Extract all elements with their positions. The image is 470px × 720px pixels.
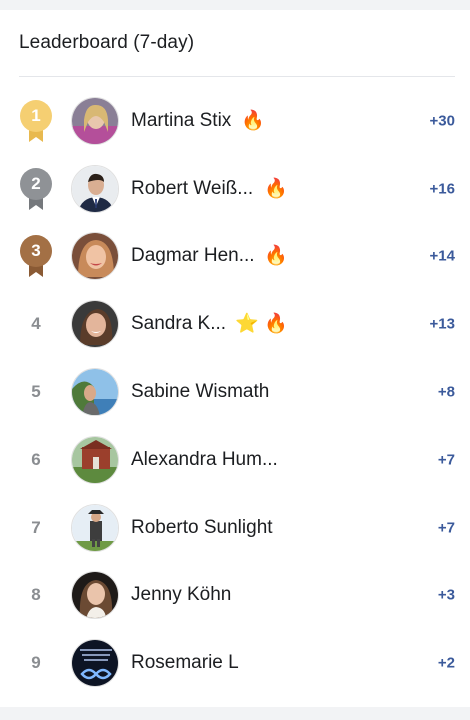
fire-icon: 🔥 [264,178,288,200]
rank-badge: 7 [18,506,54,550]
avatar[interactable] [71,571,119,620]
leaderboard-row[interactable]: 8 Jenny Köhn +3 [0,562,470,630]
leaderboard-list: 1 Martina Stix 🔥 +30 2 Robert Weiß... 🔥 … [0,87,470,697]
leaderboard-row[interactable]: 2 Robert Weiß... 🔥 +16 [0,155,470,223]
avatar[interactable] [71,639,119,688]
rank-number: 2 [31,173,41,193]
user-name[interactable]: Roberto Sunlight [131,517,273,539]
leaderboard-row[interactable]: 4 Sandra K... ⭐ 🔥 +13 [0,290,470,358]
rank-number: 4 [31,314,41,334]
rank-badge: 2 [18,167,54,211]
rank-badge: 5 [18,370,54,414]
user-name[interactable]: Robert Weiß... [131,178,253,200]
user-name[interactable]: Sabine Wismath [131,381,269,403]
user-name[interactable]: Jenny Köhn [131,584,231,606]
rank-number: 3 [31,241,41,261]
rank-badge: 1 [18,99,54,143]
leaderboard-row[interactable]: 3 Dagmar Hen... 🔥 +14 [0,223,470,291]
rank-badge: 8 [18,573,54,617]
leaderboard-row[interactable]: 7 Roberto Sunlight +7 [0,494,470,562]
user-name[interactable]: Alexandra Hum... [131,449,278,471]
leaderboard-row[interactable]: 1 Martina Stix 🔥 +30 [0,87,470,155]
points-value: +3 [437,586,455,604]
fire-icon: 🔥 [241,110,265,132]
fire-icon: 🔥 [264,313,288,335]
avatar[interactable] [71,164,119,213]
gold-medal-icon: 1 [19,99,53,143]
rank-number: 1 [31,105,41,125]
bronze-medal-icon: 3 [19,234,53,278]
leaderboard-row[interactable]: 6 Alexandra Hum... +7 [0,426,470,494]
avatar[interactable] [71,232,119,281]
leaderboard-header: Leaderboard (7-day) [19,10,455,77]
points-value: +2 [437,654,455,672]
leaderboard-card: Leaderboard (7-day) 1 Martina Stix 🔥 +30 [0,10,470,707]
fire-icon: 🔥 [264,245,288,267]
points-value: +7 [437,519,455,537]
points-value: +13 [429,315,455,333]
avatar[interactable] [71,435,119,484]
avatar[interactable] [71,368,119,417]
rank-number: 8 [31,585,41,605]
rank-number: 5 [31,382,41,402]
user-name[interactable]: Rosemarie L [131,652,239,674]
user-name[interactable]: Sandra K... [131,313,226,335]
rank-number: 9 [31,653,41,673]
points-value: +30 [429,112,455,130]
points-value: +14 [429,247,455,265]
leaderboard-row[interactable]: 5 Sabine Wismath +8 [0,358,470,426]
leaderboard-title: Leaderboard (7-day) [19,32,195,53]
avatar[interactable] [71,503,119,552]
rank-badge: 3 [18,234,54,278]
rank-number: 7 [31,517,41,537]
points-value: +8 [437,383,455,401]
avatar[interactable] [71,300,119,349]
user-name[interactable]: Dagmar Hen... [131,245,255,267]
points-value: +7 [437,451,455,469]
rank-badge: 9 [18,641,54,685]
rank-number: 6 [31,449,41,469]
user-name[interactable]: Martina Stix [131,110,231,132]
avatar[interactable] [71,96,119,145]
silver-medal-icon: 2 [19,167,53,211]
points-value: +16 [429,180,455,198]
star-icon: ⭐ [235,313,259,335]
leaderboard-row[interactable]: 9 Rosemarie L +2 [0,629,470,697]
rank-badge: 6 [18,438,54,482]
rank-badge: 4 [18,302,54,346]
